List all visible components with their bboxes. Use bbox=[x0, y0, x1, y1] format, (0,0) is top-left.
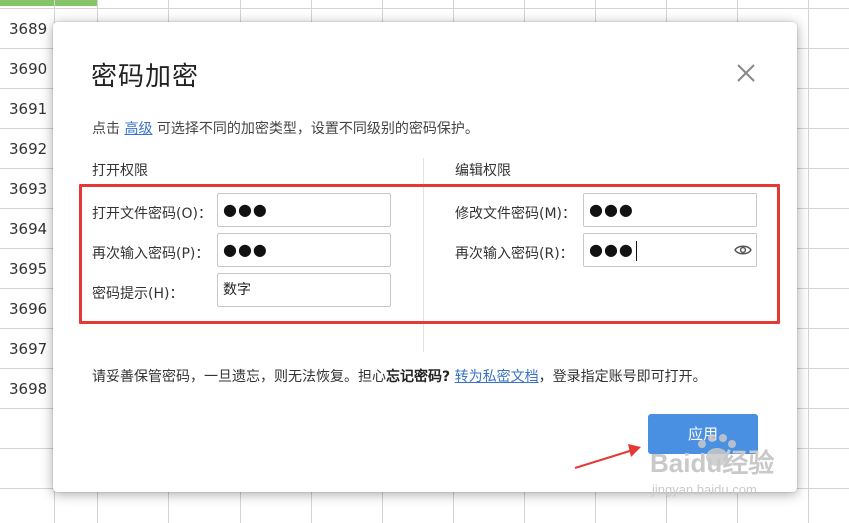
warning-message: 请妥善保管密码，一旦遗忘，则无法恢复。担心 bbox=[92, 369, 386, 385]
advanced-link[interactable]: 高级 bbox=[124, 121, 152, 137]
dialog-description: 点击 高级 可选择不同的加密类型，设置不同级别的密码保护。 bbox=[92, 118, 479, 138]
annotation-highlight-box bbox=[79, 184, 780, 324]
row-header[interactable]: 3693 bbox=[0, 169, 54, 209]
baidu-watermark-logo: Baidu经验 jingyan.baidu.com bbox=[650, 434, 774, 497]
grid-row-line bbox=[0, 8, 849, 9]
warning-text: 请妥善保管密码，一旦遗忘，则无法恢复。担心忘记密码? 转为私密文档，登录指定账号… bbox=[92, 366, 707, 386]
row-header[interactable]: 3692 bbox=[0, 129, 54, 169]
desc-suffix: 可选择不同的加密类型，设置不同级别的密码保护。 bbox=[156, 121, 479, 137]
row-header[interactable]: 3697 bbox=[0, 329, 54, 369]
row-header[interactable]: 3690 bbox=[0, 49, 54, 89]
edit-permission-title: 编辑权限 bbox=[455, 163, 511, 179]
row-header[interactable]: 3695 bbox=[0, 249, 54, 289]
row-header[interactable]: 3689 bbox=[0, 9, 54, 49]
row-header[interactable]: 3698 bbox=[0, 369, 54, 409]
dialog-title: 密码加密 bbox=[91, 62, 200, 92]
watermark-brand: Baidu经验 bbox=[650, 448, 774, 478]
row-header[interactable]: 3691 bbox=[0, 89, 54, 129]
warning-suffix: ，登录指定账号即可打开。 bbox=[538, 369, 707, 385]
row-header[interactable]: 3694 bbox=[0, 209, 54, 249]
close-icon bbox=[737, 64, 755, 82]
forgot-password-text: 忘记密码? bbox=[386, 369, 451, 385]
row-header[interactable]: 3696 bbox=[0, 289, 54, 329]
convert-private-link[interactable]: 转为私密文档 bbox=[455, 369, 539, 385]
close-button[interactable] bbox=[733, 60, 759, 86]
desc-prefix: 点击 bbox=[92, 121, 120, 137]
watermark-url: jingyan.baidu.com bbox=[651, 482, 757, 497]
open-permission-title: 打开权限 bbox=[92, 163, 148, 179]
selected-column-indicator bbox=[0, 0, 97, 6]
